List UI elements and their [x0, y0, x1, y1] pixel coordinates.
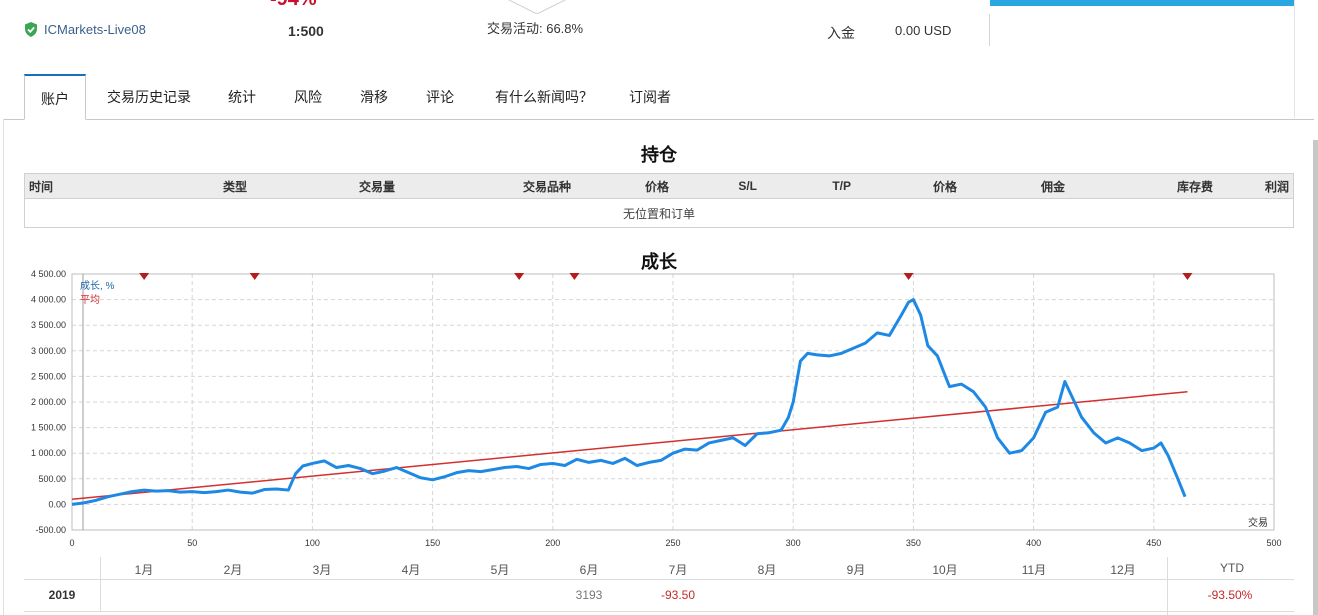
- deposit-value: 0.00 USD: [895, 23, 952, 38]
- event-marker-icon[interactable]: [903, 273, 914, 280]
- tab-account[interactable]: 账户: [24, 74, 86, 120]
- event-marker-icon[interactable]: [139, 273, 150, 280]
- month-value-jul: -93.50: [660, 588, 696, 602]
- month-label: 1月: [134, 563, 154, 577]
- month-label: 2月: [223, 563, 243, 577]
- gain-value: -94%: [270, 0, 317, 11]
- y-tick-label: 500.00: [38, 474, 66, 484]
- x-tick-label: 150: [425, 538, 440, 548]
- ytd-label: YTD: [1220, 561, 1244, 575]
- empty-message: 无位置和订单: [24, 198, 1294, 228]
- month-label: 7月: [668, 563, 688, 577]
- table-row: 无位置和订单: [24, 198, 1294, 228]
- divider: [989, 14, 990, 46]
- y-tick-label: 3 500.00: [31, 320, 66, 330]
- month-label: 12月: [1110, 563, 1136, 577]
- column-header: T/P: [761, 173, 855, 199]
- tab-slippage[interactable]: 滑移: [348, 74, 400, 118]
- legend-average: 平均: [80, 294, 100, 306]
- y-tick-label: 1 000.00: [31, 448, 66, 458]
- x-tick-label: 500: [1266, 538, 1281, 548]
- column-header: 交易量: [251, 173, 399, 199]
- y-tick-label: 4 500.00: [31, 269, 66, 279]
- y-tick-label: 3 000.00: [31, 346, 66, 356]
- divider: [1167, 557, 1168, 615]
- x-tick-label: 50: [187, 538, 197, 548]
- event-marker-icon[interactable]: [249, 273, 260, 280]
- action-button-edge[interactable]: [990, 0, 1294, 6]
- tab-reviews[interactable]: 评论: [414, 74, 466, 118]
- y-tick-label: 0.00: [48, 499, 66, 509]
- x-axis: 0 50 100 150 200 250 300 350 400 450 500: [69, 538, 1281, 548]
- x-tick-label: 350: [906, 538, 921, 548]
- column-header: 时间: [24, 173, 153, 199]
- month-label: 9月: [846, 563, 866, 577]
- column-header: 佣金: [961, 173, 1069, 199]
- table-header-row: 时间 类型 交易量 交易品种 价格 S/L T/P 价格 佣金 库存费 利润: [24, 173, 1294, 199]
- growth-chart[interactable]: -500.00 0.00 500.00 1 000.00 1 500.00 2 000.0…: [0, 262, 1318, 557]
- month-label: 8月: [757, 563, 777, 577]
- positions-title: 持仓: [641, 145, 677, 165]
- yearly-returns-table: 1月 2月 3月 4月 5月 6月 7月 8月 9月 10月 11月 12月 Y…: [24, 557, 1294, 615]
- ytd-value: -93.50%: [1207, 588, 1253, 602]
- broker-link[interactable]: ICMarkets-Live08: [24, 22, 146, 37]
- y-axis: -500.00 0.00 500.00 1 000.00 1 500.00 2 000.0…: [31, 269, 66, 535]
- event-marker-icon[interactable]: [569, 273, 580, 280]
- broker-name[interactable]: ICMarkets-Live08: [44, 22, 146, 37]
- y-tick-label: 1 500.00: [31, 423, 66, 433]
- gauge-pointer-icon: [507, 0, 567, 14]
- x-tick-label: 450: [1146, 538, 1161, 548]
- tab-statistics[interactable]: 统计: [216, 74, 268, 118]
- month-label: 10月: [932, 563, 958, 577]
- column-header: 库存费: [1069, 173, 1217, 199]
- x-tick-label: 400: [1026, 538, 1041, 548]
- y-tick-label: 2 000.00: [31, 397, 66, 407]
- average-line: [71, 391, 1188, 501]
- x-axis-label: 交易: [1248, 516, 1268, 529]
- y-tick-label: 2 500.00: [31, 371, 66, 381]
- leverage-value: 1:500: [288, 23, 324, 39]
- x-tick-label: 100: [305, 538, 320, 548]
- tab-bar: 账户 交易历史记录 统计 风险 滑移 评论 有什么新闻吗？ 订阅者: [4, 74, 1314, 120]
- event-marker-icon[interactable]: [1182, 273, 1193, 280]
- column-header: 交易品种: [399, 173, 575, 199]
- column-header: 价格: [575, 173, 673, 199]
- y-tick-label: 4 000.00: [31, 295, 66, 305]
- trading-activity: 交易活动: 66.8%: [487, 21, 584, 36]
- legend-growth: 成长, %: [80, 280, 115, 292]
- month-label: 4月: [401, 563, 421, 577]
- deposit-label: 入金: [827, 25, 855, 41]
- month-label: 5月: [490, 563, 510, 577]
- x-tick-label: 300: [786, 538, 801, 548]
- x-tick-label: 200: [545, 538, 560, 548]
- month-label: 6月: [579, 563, 599, 577]
- column-header: 价格: [855, 173, 961, 199]
- month-value-jun: 3193: [575, 588, 603, 602]
- tab-subscribers[interactable]: 订阅者: [618, 74, 682, 118]
- column-header: S/L: [673, 173, 761, 199]
- divider: [100, 557, 101, 611]
- event-marker-icon[interactable]: [514, 273, 525, 280]
- year-label: 2019: [48, 588, 76, 602]
- shield-check-icon: [25, 22, 37, 37]
- month-label: 11月: [1021, 563, 1047, 577]
- tab-news[interactable]: 有什么新闻吗？: [484, 74, 604, 118]
- y-tick-label: -500.00: [35, 525, 66, 535]
- column-header: 类型: [153, 173, 251, 199]
- account-header: -94% ICMarkets-Live08 1:500 交易活动: 66.8% …: [0, 0, 1318, 118]
- column-header: 利润: [1217, 173, 1294, 199]
- positions-table: 时间 类型 交易量 交易品种 价格 S/L T/P 价格 佣金 库存费 利润 无…: [24, 173, 1294, 228]
- tab-trade-history[interactable]: 交易历史记录: [94, 74, 204, 118]
- tab-risk[interactable]: 风险: [282, 74, 334, 118]
- x-tick-label: 0: [69, 538, 74, 548]
- x-tick-label: 250: [665, 538, 680, 548]
- month-label: 3月: [312, 563, 332, 577]
